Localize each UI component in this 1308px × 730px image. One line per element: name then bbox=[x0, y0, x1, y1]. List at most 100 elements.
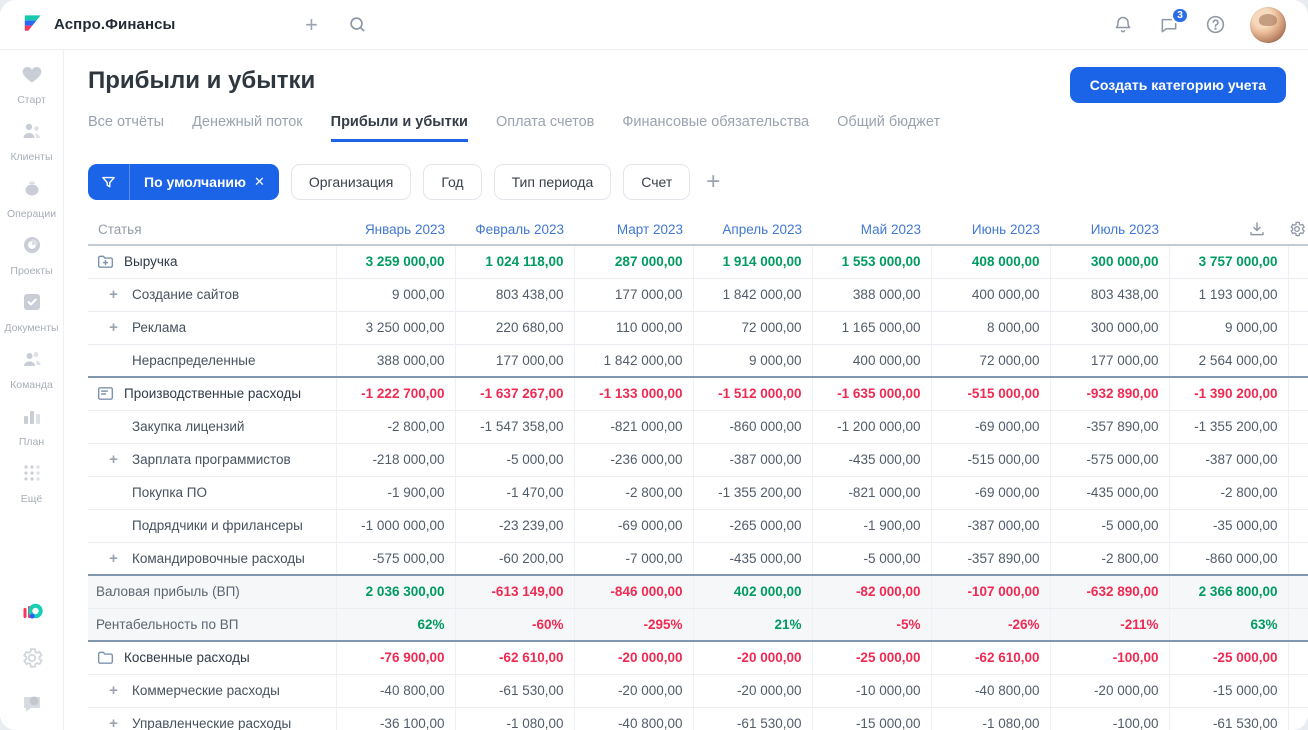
month-column-header[interactable]: Март 2023 bbox=[574, 214, 693, 246]
row-label: Реклама bbox=[132, 320, 187, 335]
row-label: Подрядчики и фрилансеры bbox=[132, 518, 303, 533]
app-window: Аспро.Финансы + 3 Старт Клиенты Операции Пр… bbox=[0, 0, 1308, 730]
add-filter-icon[interactable]: + bbox=[706, 170, 720, 194]
value-cell: -15 000,00 bbox=[1168, 673, 1288, 707]
expand-plus-icon[interactable]: + bbox=[109, 320, 118, 335]
value-cell: -265 000,00 bbox=[692, 508, 812, 542]
value-cell: -76 900,00 bbox=[335, 640, 455, 674]
sidebar-item-team[interactable]: Команда bbox=[2, 347, 62, 391]
value-cell: 3 259 000,00 bbox=[335, 244, 455, 278]
value-cell: -846 000,00 bbox=[573, 574, 693, 608]
value-cell: -821 000,00 bbox=[573, 409, 693, 443]
sidebar-item-start[interactable]: Старт bbox=[2, 62, 62, 106]
sidebar-item-projects[interactable]: Проекты bbox=[2, 233, 62, 277]
notifications-bell-icon[interactable] bbox=[1112, 14, 1134, 36]
sidebar-item-plan[interactable]: План bbox=[2, 404, 62, 448]
create-category-button[interactable]: Создать категорию учета bbox=[1069, 67, 1286, 103]
expand-plus-icon[interactable]: + bbox=[109, 683, 118, 698]
tab-report[interactable]: Все отчёты bbox=[88, 114, 164, 142]
month-column-header[interactable]: Апрель 2023 bbox=[693, 214, 812, 246]
value-cell: -821 000,00 bbox=[811, 475, 931, 509]
sidebar-nav: Старт Клиенты Операции Проекты Документы Кома… bbox=[2, 62, 62, 518]
filter-chip[interactable]: Год bbox=[423, 164, 482, 200]
sidebar-item-documents[interactable]: Документы bbox=[2, 290, 62, 334]
search-icon[interactable] bbox=[346, 14, 368, 36]
row-label: Коммерческие расходы bbox=[132, 683, 280, 698]
table-row-child: + Управленческие расходы -36 100,00 -1 080,… bbox=[88, 706, 1308, 730]
help-icon[interactable] bbox=[1204, 14, 1226, 36]
expand-plus-icon[interactable]: + bbox=[109, 287, 118, 302]
remove-filter-icon[interactable]: ✕ bbox=[254, 174, 279, 190]
value-cell: 803 438,00 bbox=[454, 277, 574, 311]
operations-icon bbox=[20, 176, 44, 205]
value-cell: -1 000 000,00 bbox=[335, 508, 455, 542]
tab-active[interactable]: Прибыли и убытки bbox=[330, 114, 468, 142]
active-filter-pill[interactable]: По умолчанию ✕ bbox=[88, 164, 279, 200]
filter-bar: По умолчанию ✕ Организация Год Тип периода… bbox=[64, 142, 1308, 200]
sidebar-item-operations[interactable]: Операции bbox=[2, 176, 62, 220]
table-row-child: + Командировочные расходы -575 000,00 -60 2… bbox=[88, 541, 1308, 575]
avatar[interactable] bbox=[1250, 6, 1286, 43]
tab-report[interactable]: Денежный поток bbox=[192, 114, 303, 142]
month-column-header[interactable]: Июнь 2023 bbox=[931, 214, 1050, 246]
value-cell: -61 530,00 bbox=[454, 673, 574, 707]
value-cell: 72 000,00 bbox=[692, 310, 812, 344]
value-cell: -435 000,00 bbox=[692, 541, 812, 575]
value-cell: -23 239,00 bbox=[454, 508, 574, 542]
tab-report[interactable]: Оплата счетов bbox=[496, 114, 594, 142]
tab-report[interactable]: Финансовые обязательства bbox=[622, 114, 809, 142]
value-cell: 300 000,00 bbox=[1049, 310, 1169, 344]
support-chat-icon[interactable] bbox=[20, 692, 44, 716]
table-row-summary: Валовая прибыль (ВП) 2 036 300,00 -613 149… bbox=[88, 574, 1308, 608]
value-cell: -1 080,00 bbox=[930, 706, 1050, 730]
messages-icon[interactable]: 3 bbox=[1158, 6, 1189, 36]
row-label: Рентабельность по ВП bbox=[96, 616, 239, 632]
month-column-header[interactable]: Май 2023 bbox=[812, 214, 931, 246]
value-cell: -69 000,00 bbox=[573, 508, 693, 542]
month-column-header[interactable]: Январь 2023 bbox=[336, 214, 455, 246]
row-label: Производственные расходы bbox=[124, 386, 302, 402]
expand-plus-icon[interactable]: + bbox=[109, 452, 118, 467]
filter-chip[interactable]: Организация bbox=[290, 164, 412, 200]
tab-report[interactable]: Общий бюджет bbox=[837, 114, 940, 142]
topbar: Аспро.Финансы + 3 bbox=[0, 0, 1308, 50]
value-cell: 8 000,00 bbox=[930, 310, 1050, 344]
value-cell: 2 564 000,00 bbox=[1168, 343, 1288, 377]
filter-chip[interactable]: Тип периода bbox=[493, 164, 612, 200]
sidebar-item-more[interactable]: Ещё bbox=[2, 461, 62, 505]
expand-plus-icon[interactable]: + bbox=[109, 551, 118, 566]
sidebar-item-clients[interactable]: Клиенты bbox=[2, 119, 62, 163]
folder-icon[interactable] bbox=[96, 648, 115, 667]
row-label: Покупка ПО bbox=[132, 485, 207, 500]
value-cell: 408 000,00 bbox=[930, 244, 1050, 278]
gear-icon[interactable] bbox=[1288, 220, 1306, 238]
folder-plus-icon[interactable] bbox=[96, 252, 115, 271]
clipped-column-cell bbox=[1287, 244, 1308, 278]
download-icon[interactable] bbox=[1248, 220, 1266, 238]
folder-lines-icon[interactable] bbox=[96, 384, 115, 403]
month-column-header[interactable]: Февраль 2023 bbox=[455, 214, 574, 246]
value-cell: -1 222 700,00 bbox=[335, 376, 455, 410]
row-label: Зарплата программистов bbox=[132, 452, 291, 467]
funnel-icon bbox=[88, 164, 130, 200]
more-icon bbox=[20, 461, 44, 490]
value-cell: 9 000,00 bbox=[335, 277, 455, 311]
value-cell: -1 470,00 bbox=[454, 475, 574, 509]
report-table: Статья Январь 2023 Февраль 2023 Март 2023 А… bbox=[88, 214, 1308, 730]
value-cell: -100,00 bbox=[1049, 640, 1169, 674]
projects-icon bbox=[20, 233, 44, 262]
value-cell: -1 200 000,00 bbox=[811, 409, 931, 443]
sidebar-item-label: План bbox=[18, 436, 45, 448]
brand-badge-icon[interactable] bbox=[20, 600, 44, 624]
settings-gear-icon[interactable] bbox=[20, 646, 44, 670]
expand-plus-icon[interactable]: + bbox=[109, 716, 118, 730]
value-cell: 287 000,00 bbox=[573, 244, 693, 278]
month-column-header[interactable]: Июль 2023 bbox=[1050, 214, 1169, 246]
add-icon[interactable]: + bbox=[300, 13, 322, 36]
value-cell: -26% bbox=[930, 607, 1050, 641]
filter-chip[interactable]: Счет bbox=[623, 164, 691, 200]
value-cell: -25 000,00 bbox=[1168, 640, 1288, 674]
documents-icon bbox=[20, 290, 44, 319]
value-cell: 2 366 800,00 bbox=[1168, 574, 1288, 608]
value-cell: 62% bbox=[335, 607, 455, 641]
